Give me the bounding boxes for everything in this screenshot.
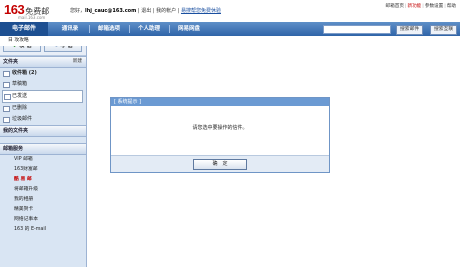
user-email: lhj_cauc@163.com <box>85 8 137 14</box>
new-folder-link[interactable]: 新建 <box>73 57 82 67</box>
main-content: [ 系统提示 ] 请您选中要操作的信件。 确 定 <box>87 36 460 267</box>
tab-assistant[interactable]: 个人助理 <box>130 22 168 36</box>
service-item[interactable]: 网络记事本 <box>0 215 86 225</box>
main-nav: 电子邮件 通讯录 邮箱选项 个人助理 网易网盘 搜索邮件 搜索互联 <box>0 22 460 36</box>
dialog-footer: 确 定 <box>111 155 329 172</box>
logo-url: mail.163.com <box>18 15 46 20</box>
help-link[interactable]: 帮助 <box>447 4 456 9</box>
tab-netdisk[interactable]: 网易网盘 <box>170 22 208 36</box>
search-web-button[interactable]: 搜索互联 <box>430 25 458 35</box>
tab-mail-options[interactable]: 邮箱选项 <box>90 22 128 36</box>
folder-junk[interactable]: 垃圾邮件 <box>0 114 86 125</box>
sent-icon <box>4 94 11 100</box>
dialog-message: 请您选中要操作的信件。 <box>192 125 248 131</box>
inbox-icon <box>3 71 10 77</box>
service-item[interactable]: 将邮箱升级 <box>0 185 86 195</box>
folders-header[interactable]: 文件夹 新建 <box>0 56 86 68</box>
greeting: 您好，lhj_cauc@163.com | 退出 | 我的帐户 | 易搜帮您免费… <box>70 8 221 14</box>
promo-link[interactable]: 易搜帮您免费休验 <box>181 8 221 14</box>
ok-button[interactable]: 确 定 <box>193 159 247 170</box>
trash-icon <box>3 106 10 112</box>
drafts-icon <box>3 82 10 88</box>
tab-email[interactable]: 电子邮件 <box>0 22 48 36</box>
tab-contacts[interactable]: 通讯录 <box>52 22 88 36</box>
service-item[interactable]: 我的相册 <box>0 195 86 205</box>
system-alert-dialog: [ 系统提示 ] 请您选中要操作的信件。 确 定 <box>110 97 330 173</box>
folder-deleted[interactable]: 已删除 <box>0 103 86 114</box>
service-item[interactable]: VIP 邮箱 <box>0 155 86 165</box>
search-mail-button[interactable]: 搜索邮件 <box>396 25 424 35</box>
logo[interactable]: 163免费邮 mail.163.com <box>4 2 49 20</box>
service-item[interactable]: 163 的 E-mail <box>0 225 86 235</box>
search-input[interactable] <box>323 25 391 34</box>
my-folders-header[interactable]: 我的文件夹 <box>0 125 86 137</box>
service-item[interactable]: 精美贺卡 <box>0 205 86 215</box>
sidebar: ⬇ 收 信 ✎ 写 信 文件夹 新建 收件箱 (2) 草稿箱 已发送 已删除 垃圾邮件… <box>0 36 460 267</box>
folder-inbox[interactable]: 收件箱 (2) <box>0 68 86 79</box>
top-header: 163免费邮 mail.163.com 您好，lhj_cauc@163.com … <box>0 0 460 22</box>
junk-icon <box>3 117 10 123</box>
greeting-prefix: 您好， <box>70 8 86 14</box>
mailbox-home-link[interactable]: 邮箱首页 <box>386 4 404 9</box>
new-features-link[interactable]: 新功能 <box>407 4 421 9</box>
top-links: 邮箱首页|新功能|参数设置|帮助 <box>385 4 456 9</box>
logout-link[interactable]: 退出 <box>141 8 151 14</box>
folder-drafts[interactable]: 草稿箱 <box>0 79 86 90</box>
dialog-title: [ 系统提示 ] <box>111 98 329 106</box>
settings-link[interactable]: 参数设置 <box>425 4 443 9</box>
services-header[interactable]: 邮箱服务 <box>0 143 86 155</box>
service-item[interactable]: 酷 易 邮 <box>0 175 86 185</box>
service-item[interactable]: 163财富邮 <box>0 165 86 175</box>
folder-sent[interactable]: 已发送 <box>2 90 83 103</box>
account-link[interactable]: 我的帐户 <box>156 8 176 14</box>
